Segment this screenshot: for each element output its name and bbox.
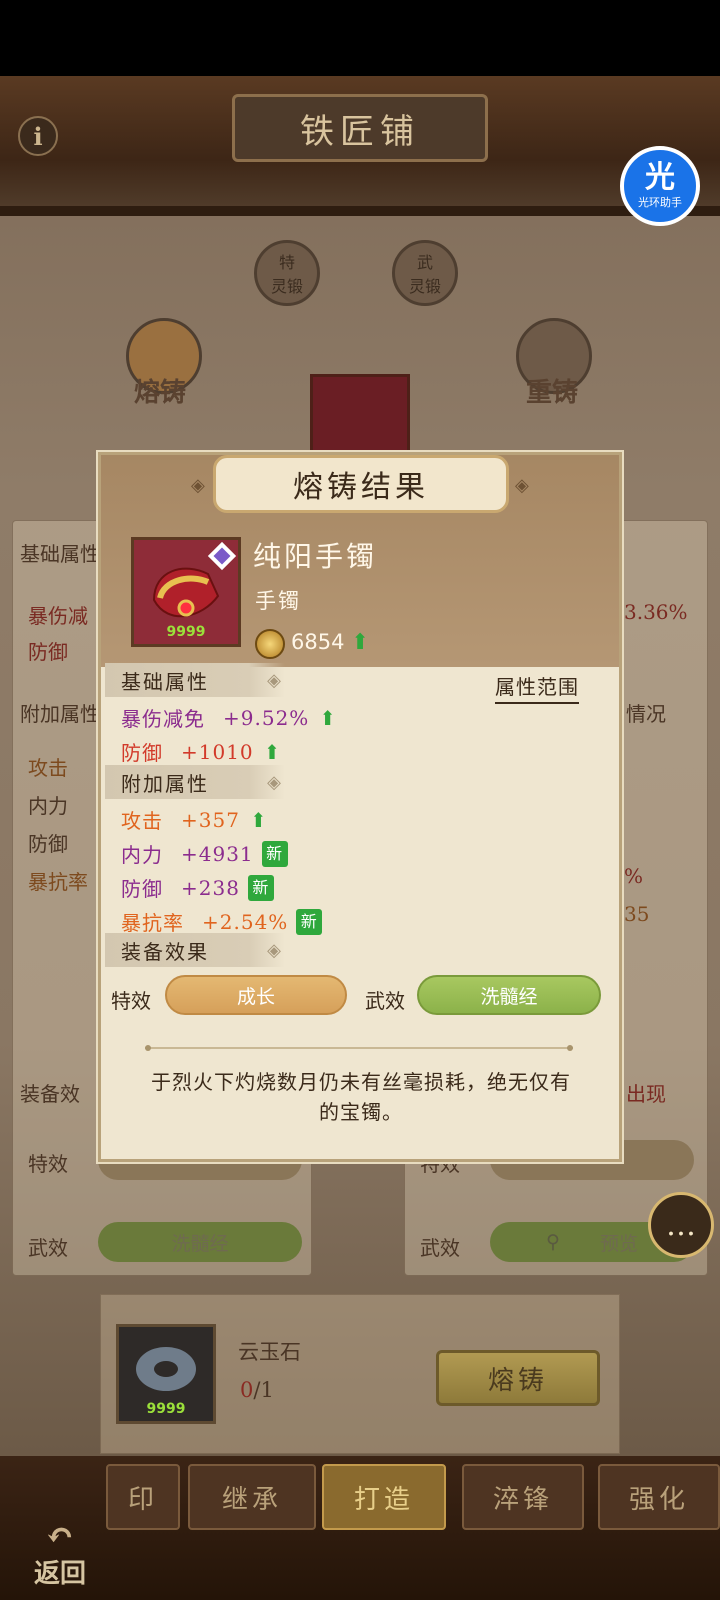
attr-value: +238 — [181, 875, 240, 900]
faded-martial-pill: 洗髓经 — [98, 1222, 302, 1262]
mode-special-label: 特 — [278, 253, 295, 272]
faded-value: 3.36% — [624, 600, 688, 624]
new-badge: 新 — [261, 840, 288, 867]
martial-effect-label: 武效 — [365, 989, 405, 1013]
material-qty: 9999 — [146, 1401, 186, 1417]
faded-right-martial-label: 武效 — [420, 1236, 460, 1260]
attr-row: 防御 +1010 ⬆ — [121, 737, 281, 766]
martial-effect-pill[interactable]: 洗髓经 — [417, 975, 601, 1015]
cloud-jade-stone-icon[interactable]: 9999 — [116, 1324, 216, 1424]
attr-name: 攻击 — [121, 809, 163, 833]
dialog-title: 熔铸结果 — [213, 455, 509, 513]
special-effect-pill[interactable]: 成长 — [165, 975, 347, 1015]
helper-floating-button[interactable]: 光 光环助手 — [620, 146, 700, 226]
back-button[interactable]: ↶ 返回 — [18, 1516, 102, 1590]
tab-temper[interactable]: 淬锋 — [462, 1464, 584, 1530]
chat-bubble-icon[interactable]: … — [648, 1192, 714, 1258]
mode-special-forge-button[interactable]: 特 灵锻 — [254, 240, 320, 306]
faded-attr: 暴伤减 — [28, 604, 88, 628]
mode-martial-forge-button[interactable]: 武 灵锻 — [392, 240, 458, 306]
tab-strengthen[interactable]: 强化 — [598, 1464, 720, 1530]
forge-button[interactable]: 熔铸 — [436, 1350, 600, 1406]
attr-name: 防御 — [121, 741, 163, 765]
attr-range-link[interactable]: 属性范围 — [495, 671, 579, 704]
title-left-ornament: ◈ — [191, 475, 205, 496]
attr-row: 暴伤减免 +9.52% ⬆ — [121, 703, 337, 732]
bracelet-icon[interactable]: 9999 — [131, 537, 241, 647]
up-arrow-icon: ⬆ — [351, 629, 370, 655]
tab-craft[interactable]: 打造 — [322, 1464, 446, 1530]
material-need: /1 — [253, 1378, 274, 1402]
faded-basic-header: 基础属性 — [20, 542, 100, 566]
material-name: 云玉石 — [238, 1340, 301, 1364]
item-description: 于烈火下灼烧数月仍未有丝毫损耗，绝无仅有的宝镯。 — [151, 1070, 571, 1124]
faded-attr: 攻击 — [28, 756, 68, 780]
up-arrow-icon: ⬆ — [249, 807, 268, 832]
attr-value: +2.54% — [202, 909, 289, 934]
material-have: 0 — [240, 1378, 254, 1402]
attr-value: +4931 — [181, 841, 254, 866]
material-count: 0/1 — [240, 1378, 274, 1402]
faded-martial-label: 武效 — [28, 1236, 68, 1260]
info-icon[interactable]: i — [18, 116, 58, 156]
item-type: 手镯 — [255, 589, 301, 613]
faded-attr: 防御 — [28, 832, 68, 856]
status-bar — [0, 0, 720, 76]
attr-name: 暴抗率 — [121, 911, 184, 935]
faded-attr: 暴抗率 — [28, 870, 88, 894]
attr-name: 暴伤减免 — [121, 707, 205, 731]
attr-name: 内力 — [121, 843, 163, 867]
power-value: 6854 — [291, 630, 345, 654]
faded-attr: 内力 — [28, 794, 68, 818]
helper-label: 光环助手 — [638, 196, 682, 209]
attr-row: 攻击 +357 ⬆ — [121, 805, 268, 834]
section-equip-effects: 装备效果 — [105, 933, 285, 967]
mode-recast-label: 重铸 — [526, 378, 579, 408]
attr-row: 暴抗率 +2.54% 新 — [121, 907, 323, 936]
attr-name: 防御 — [121, 877, 163, 901]
title-right-ornament: ◈ — [515, 475, 529, 496]
faded-special-label: 特效 — [28, 1152, 68, 1176]
special-effect-label: 特效 — [111, 989, 151, 1013]
attr-value: +1010 — [181, 739, 254, 764]
new-badge: 新 — [296, 908, 323, 935]
faded-attr: 防御 — [28, 640, 68, 664]
attr-row: 防御 +238 新 — [121, 873, 274, 902]
section-extra-attrs: 附加属性 — [105, 765, 285, 799]
tab-seal[interactable]: 印 — [106, 1464, 180, 1530]
attr-value: +9.52% — [223, 705, 310, 730]
search-icon: ⚲ — [546, 1231, 560, 1253]
faded-effect-header: 装备效 — [20, 1082, 80, 1106]
faded-value: 35 — [624, 902, 650, 926]
mode-melt-label: 熔铸 — [134, 378, 187, 408]
section-basic-attrs: 基础属性 — [105, 663, 285, 697]
up-arrow-icon: ⬆ — [319, 705, 338, 730]
tab-inherit[interactable]: 继承 — [188, 1464, 316, 1530]
item-qty: 9999 — [166, 624, 206, 640]
forge-result-dialog: ◈ 熔铸结果 ◈ 9999 纯阳手镯 手镯 6854 ⬆ 基础属性 属性范围 暴… — [98, 452, 622, 1162]
faded-value: % — [624, 864, 644, 888]
page-title: 铁匠铺 — [232, 94, 488, 162]
helper-logo: 光 — [645, 160, 675, 195]
attr-row: 内力 +4931 新 — [121, 839, 288, 868]
faded-extra-header: 附加属性 — [20, 702, 100, 726]
mode-martial-sub: 灵锻 — [408, 277, 441, 296]
up-arrow-icon: ⬆ — [263, 739, 282, 764]
mode-special-sub: 灵锻 — [270, 277, 303, 296]
new-badge: 新 — [247, 874, 274, 901]
attr-value: +357 — [181, 807, 240, 832]
back-arrow-icon: ↶ — [45, 1516, 75, 1556]
item-name: 纯阳手镯 — [253, 540, 378, 573]
preview-label: 预览 — [599, 1232, 638, 1255]
power-icon — [255, 629, 285, 659]
divider — [145, 1045, 573, 1051]
back-label: 返回 — [33, 1559, 86, 1589]
current-item-slot[interactable] — [310, 374, 410, 464]
faded-value: 出现 — [626, 1082, 666, 1106]
mode-martial-label: 武 — [416, 253, 433, 272]
faded-value: 情况 — [626, 702, 666, 726]
